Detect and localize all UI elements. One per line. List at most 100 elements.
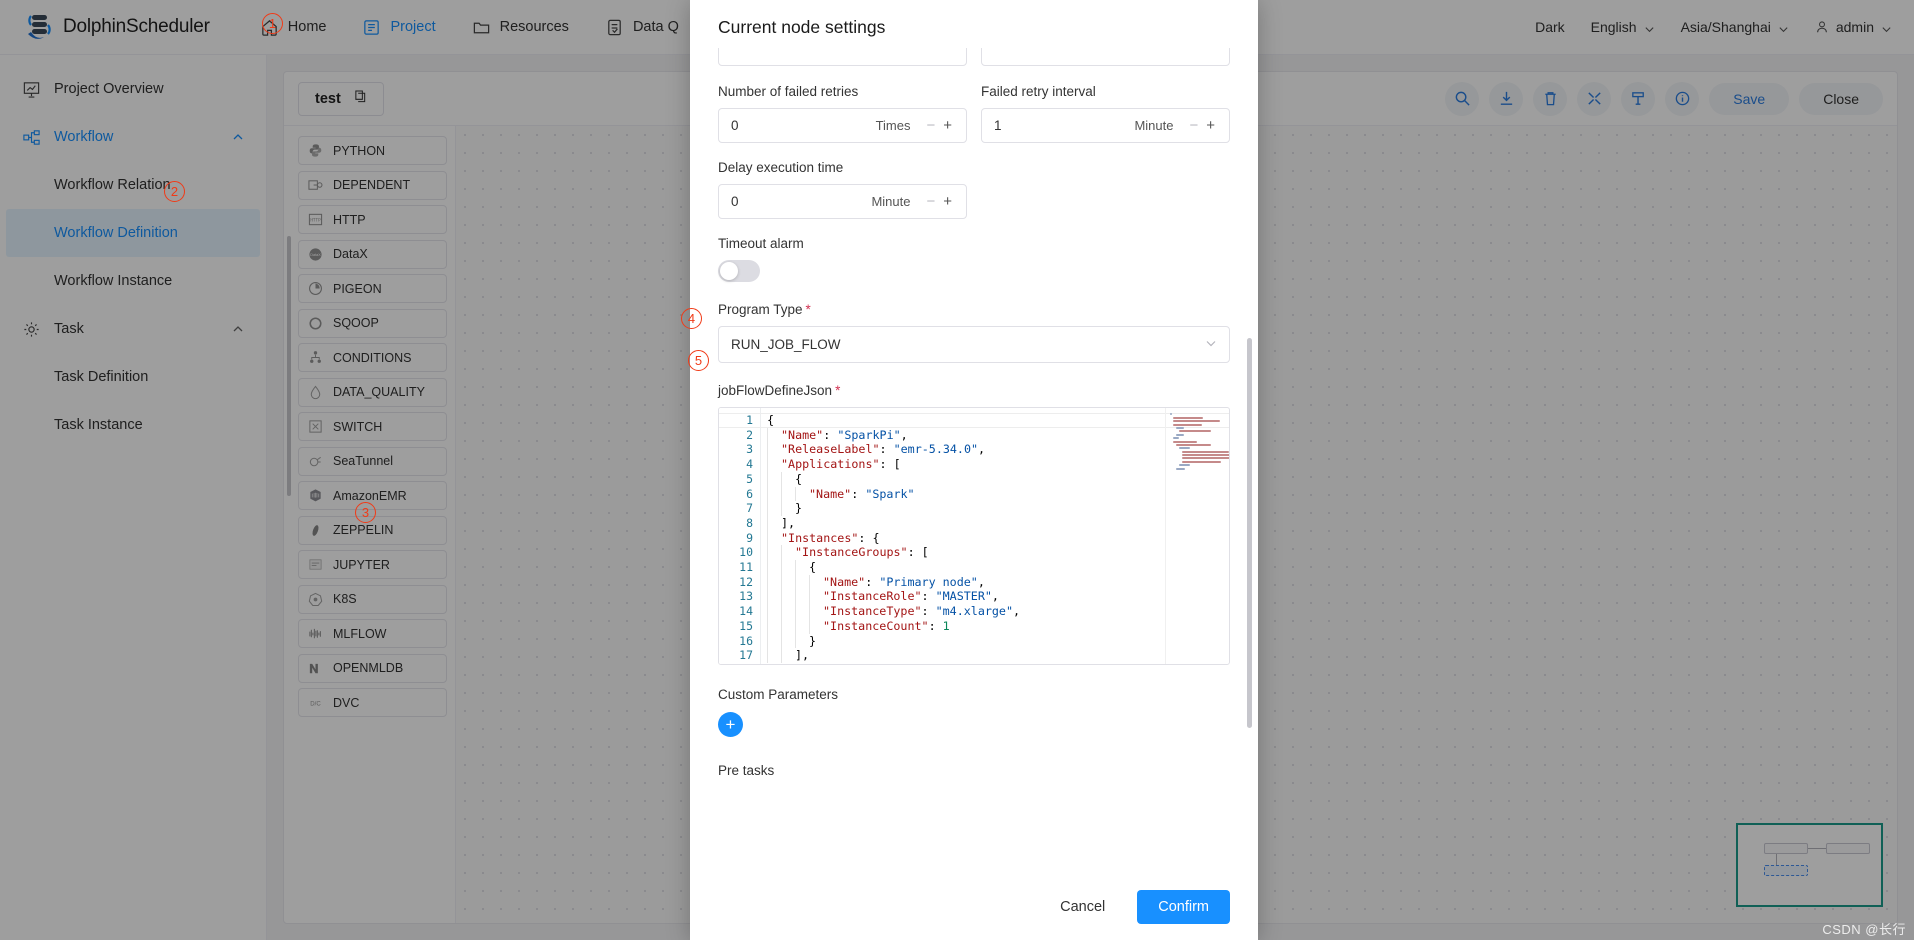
line-number: 2 [719,428,753,443]
add-custom-parameter-button[interactable]: + [718,712,743,737]
code-line: "InstanceCount": 1 [767,619,1165,634]
minimap-line [1176,427,1184,429]
minimap-line [1182,461,1221,463]
code-line: ], [767,648,1165,663]
current-node-settings-modal: Current node settings Number of failed r… [690,0,1258,940]
delay-execution-label: Delay execution time [718,160,967,175]
minimap-line [1179,447,1190,449]
line-number: 4 [719,457,753,472]
decrement-icon[interactable]: − [922,117,939,134]
job-flow-json-label: jobFlowDefineJson* [718,383,1230,398]
code-line: ], [767,516,1165,531]
chevron-down-icon [1205,337,1217,352]
editor-code-content[interactable]: { "Name": "SparkPi", "ReleaseLabel": "em… [761,408,1165,664]
confirm-button[interactable]: Confirm [1137,890,1230,924]
timeout-alarm-field: Timeout alarm [718,236,1230,282]
line-number: 13 [719,589,753,604]
line-number: 15 [719,619,753,634]
decrement-icon[interactable]: − [922,193,939,210]
modal-footer: Cancel Confirm [690,874,1258,940]
increment-icon[interactable]: + [939,117,956,134]
modal-title: Current node settings [690,0,1258,48]
json-code-editor[interactable]: 1234567891011121314151617 { "Name": "Spa… [718,407,1230,665]
code-line: "ReleaseLabel": "emr-5.34.0", [767,442,1165,457]
required-marker: * [835,383,840,398]
retry-interval-unit: Minute [1134,118,1173,133]
code-line: "Name": "Primary node", [767,575,1165,590]
line-number: 8 [719,516,753,531]
toggle-knob [720,262,738,280]
retry-interval-value[interactable]: 1 [994,118,1134,133]
minimap-line [1182,451,1229,453]
code-line: { [767,472,1165,487]
minimap-line [1182,454,1229,456]
line-number: 3 [719,442,753,457]
delay-execution-row: Delay execution time 0 Minute − + [718,160,1230,219]
minimap-line [1173,441,1197,443]
job-flow-json-field: jobFlowDefineJson* 123456789101112131415… [718,383,1230,665]
code-line: "Name": "Spark" [767,487,1165,502]
line-number: 14 [719,604,753,619]
program-type-value: RUN_JOB_FLOW [731,337,841,352]
minimap-line [1173,420,1220,422]
cutoff-input-left[interactable] [718,48,967,66]
minimap-line [1170,413,1172,415]
code-line: { [767,560,1165,575]
line-number: 10 [719,545,753,560]
line-number: 16 [719,634,753,649]
retry-interval-label: Failed retry interval [981,84,1230,99]
line-number: 7 [719,501,753,516]
pre-tasks-field: Pre tasks [718,763,1230,778]
custom-parameters-field: Custom Parameters + [718,687,1230,737]
minimap-line [1173,424,1202,426]
line-number: 11 [719,560,753,575]
line-number: 5 [719,472,753,487]
line-number: 12 [719,575,753,590]
retry-settings-row: Number of failed retries 0 Times − + Fai… [718,84,1230,143]
delay-execution-spacer [981,160,1230,219]
failed-retries-value[interactable]: 0 [731,118,876,133]
program-type-field: Program Type* RUN_JOB_FLOW [718,302,1230,363]
decrement-icon[interactable]: − [1185,117,1202,134]
minimap-line [1173,417,1203,419]
delay-execution-stepper[interactable]: 0 Minute − + [718,184,967,219]
line-number: 6 [719,487,753,502]
failed-retries-unit: Times [876,118,911,133]
editor-minimap[interactable] [1165,408,1229,664]
code-line: "Name": "SparkPi", [767,428,1165,443]
code-line: "Applications": [ [767,457,1165,472]
editor-line-numbers: 1234567891011121314151617 [719,408,761,664]
program-type-label-text: Program Type [718,302,803,317]
modal-body: Number of failed retries 0 Times − + Fai… [690,48,1258,874]
code-line: "InstanceRole": "MASTER", [767,589,1165,604]
delay-execution-value[interactable]: 0 [731,194,871,209]
custom-parameters-label: Custom Parameters [718,687,1230,702]
retry-interval-field: Failed retry interval 1 Minute − + [981,84,1230,143]
line-number: 17 [719,648,753,663]
minimap-line [1176,468,1185,470]
modal-scrollbar[interactable] [1247,338,1252,728]
pre-tasks-label: Pre tasks [718,763,1230,778]
minimap-line [1179,464,1190,466]
code-line: } [767,501,1165,516]
minimap-line [1182,457,1229,459]
code-line: "InstanceType": "m4.xlarge", [767,604,1165,619]
cutoff-input-right[interactable] [981,48,1230,66]
code-line: "Instances": { [767,531,1165,546]
program-type-select[interactable]: RUN_JOB_FLOW [718,326,1230,363]
increment-icon[interactable]: + [939,193,956,210]
failed-retries-stepper[interactable]: 0 Times − + [718,108,967,143]
code-line: "InstanceGroups": [ [767,545,1165,560]
program-type-label: Program Type* [718,302,1230,317]
cutoff-fields-row [718,48,1230,68]
cancel-button[interactable]: Cancel [1044,891,1121,923]
watermark: CSDN @长行 [1822,919,1906,938]
retry-interval-stepper[interactable]: 1 Minute − + [981,108,1230,143]
line-number: 9 [719,531,753,546]
timeout-alarm-toggle[interactable] [718,260,760,282]
timeout-alarm-label: Timeout alarm [718,236,1230,251]
increment-icon[interactable]: + [1202,117,1219,134]
minimap-line [1176,444,1211,446]
delay-execution-unit: Minute [871,194,910,209]
code-line: { [767,413,1165,428]
